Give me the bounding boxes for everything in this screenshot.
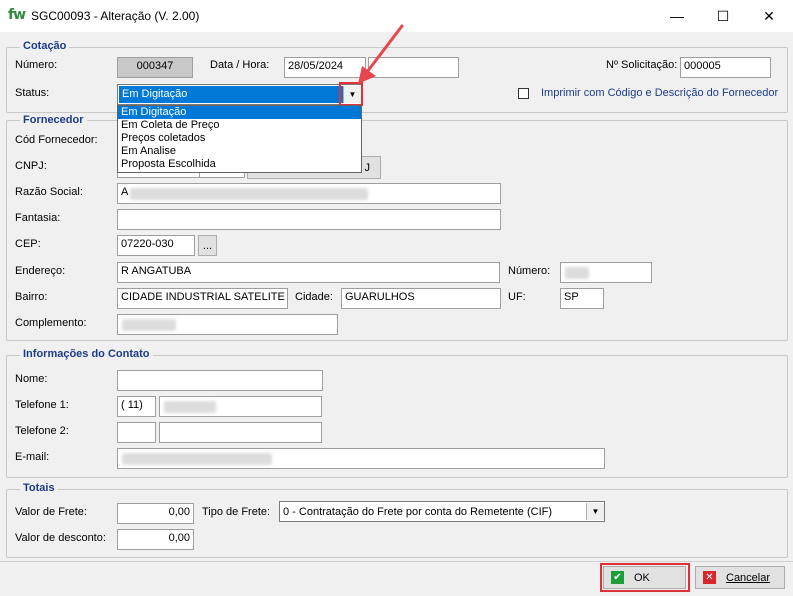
numero-endereco-label: Número: [508,265,551,277]
close-button[interactable]: ✕ [746,0,792,32]
cidade-label: Cidade: [295,291,333,303]
valor-frete-field[interactable]: 0,00 [117,503,194,524]
cep-field[interactable]: 07220-030 [117,235,195,256]
status-selected: Em Digitação [119,86,343,103]
maximize-icon: ☐ [716,7,730,24]
status-option-precos-coletados[interactable]: Preços coletados [118,132,361,145]
imprimir-checkbox[interactable] [518,88,529,99]
telefone1-redacted [164,401,216,413]
status-option-em-digitacao[interactable]: Em Digitação [118,106,361,119]
minimize-button[interactable]: — [654,0,700,32]
data-hora-label: Data / Hora: [210,59,270,71]
valor-frete-label: Valor de Frete: [15,506,87,518]
email-field[interactable] [117,448,605,469]
email-redacted [122,453,272,465]
contato-title: Informações do Contato [20,348,153,360]
telefone2-ddd-field[interactable] [117,422,156,443]
complemento-label: Complemento: [15,317,87,329]
cep-label: CEP: [15,238,41,250]
window-title: SGC00093 - Alteração (V. 2.00) [31,9,200,23]
highlight-ok-button [600,563,690,592]
telefone1-label: Telefone 1: [15,399,69,411]
valor-desconto-field[interactable]: 0,00 [117,529,194,550]
nome-field[interactable] [117,370,323,391]
minimize-icon: — [670,8,684,24]
imprimir-label[interactable]: Imprimir com Código e Descrição do Forne… [541,87,778,99]
email-label: E-mail: [15,451,50,463]
numero-redacted [565,267,589,279]
status-label: Status: [15,87,50,99]
cnpj-button-label: J [364,161,371,174]
close-icon: ✕ [763,7,775,24]
maximize-button[interactable]: ☐ [700,0,746,32]
solicitacao-label: Nº Solicitação: [606,59,678,71]
tipo-frete-label: Tipo de Frete: [202,506,271,518]
cancelar-button-label: Cancelar [726,571,771,584]
complemento-field[interactable] [117,314,338,335]
tipo-frete-combo[interactable]: 0 - Contratação do Frete por conta do Re… [279,501,605,522]
fornecedor-title: Fornecedor [20,114,87,126]
tipo-frete-dropdown-button[interactable]: ▼ [586,503,604,520]
cidade-field[interactable]: GUARULHOS [341,288,501,309]
bairro-field[interactable]: CIDADE INDUSTRIAL SATELITE [117,288,288,309]
annotation-arrow-icon [358,24,404,84]
numero-label: Número: [15,59,58,71]
status-dropdown-list[interactable]: Em Digitação Em Coleta de Preço Preços c… [117,105,362,173]
app-logo: fw [8,7,26,23]
status-combo[interactable]: Em Digitação [117,84,362,105]
fantasia-label: Fantasia: [15,212,61,224]
cancelar-button[interactable]: ✕ Cancelar [695,566,785,589]
numero-endereco-field[interactable] [560,262,652,283]
uf-label: UF: [508,291,526,303]
cancel-x-icon: ✕ [703,571,716,584]
status-option-em-coleta[interactable]: Em Coleta de Preço [118,119,361,132]
razao-social-redacted [130,188,368,200]
telefone2-number-field[interactable] [159,422,322,443]
telefone2-label: Telefone 2: [15,425,69,437]
endereco-label: Endereço: [15,265,66,277]
fantasia-field[interactable] [117,209,501,230]
telefone1-ddd-field[interactable]: ( 11) [117,396,156,417]
valor-desconto-label: Valor de desconto: [15,532,106,544]
uf-field[interactable]: SP [560,288,604,309]
footer-divider [0,561,793,562]
cnpj-label: CNPJ: [15,160,47,172]
telefone1-number-field[interactable] [159,396,322,417]
endereco-field[interactable]: R ANGATUBA [117,262,500,283]
nome-label: Nome: [15,373,48,385]
status-option-em-analise[interactable]: Em Analise [118,145,361,158]
cotacao-title: Cotação [20,40,70,52]
tipo-frete-value: 0 - Contratação do Frete por conta do Re… [283,505,553,518]
razao-social-field[interactable]: A [117,183,501,204]
numero-field: 000347 [117,57,193,78]
totais-title: Totais [20,482,58,494]
razao-social-label: Razão Social: [15,186,83,198]
solicitacao-field[interactable]: 000005 [680,57,771,78]
cep-lookup-button[interactable]: ... [198,235,217,256]
bairro-label: Bairro: [15,291,48,303]
chevron-down-icon: ▼ [591,507,600,516]
status-option-proposta-escolhida[interactable]: Proposta Escolhida [118,158,361,171]
complemento-redacted [122,319,176,331]
cod-fornecedor-label: Cód Fornecedor: [15,134,98,146]
razao-social-prefix: A [121,186,129,198]
